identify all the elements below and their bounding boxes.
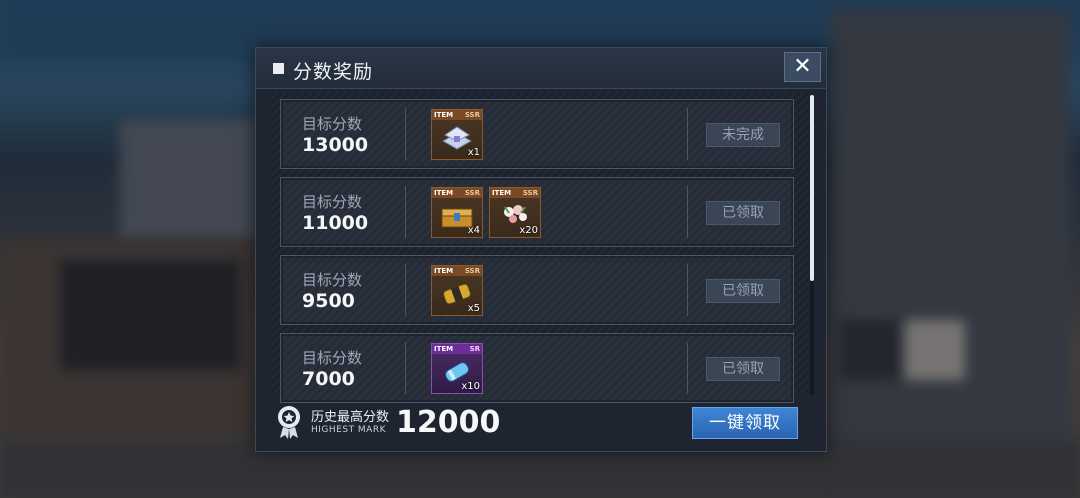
target-score-value: 13000 — [302, 134, 369, 156]
item-tag: ITEM — [434, 111, 454, 119]
target-score-value: 9500 — [302, 290, 355, 312]
reward-item[interactable]: ITEM SSR x20 — [489, 187, 541, 238]
reward-row: 目标分数 11000 ITEM SSR x4 ITEM SSR x20 已领取 — [280, 177, 794, 247]
item-quantity: x20 — [519, 225, 538, 236]
reward-item[interactable]: ITEM SR x10 — [431, 343, 483, 394]
highest-mark-value: 12000 — [396, 405, 501, 440]
reward-item[interactable]: ITEM SSR x5 — [431, 265, 483, 316]
highest-mark-label-en: HIGHEST MARK — [311, 425, 386, 435]
target-score-label: 目标分数 — [302, 349, 363, 367]
item-rarity: SSR — [464, 111, 480, 119]
scrollbar-thumb[interactable] — [810, 95, 814, 281]
dialog-footer: 历史最高分数 HIGHEST MARK 12000 一键领取 — [256, 395, 826, 451]
row-divider — [687, 264, 688, 316]
score-reward-dialog: 分数奖励 ✕ 目标分数 13000 ITEM SSR x1 未完成 目标分数 1… — [255, 47, 827, 452]
row-divider — [687, 108, 688, 160]
item-tag: ITEM — [492, 189, 512, 197]
target-score-label: 目标分数 — [302, 115, 363, 133]
dialog-title: 分数奖励 — [293, 61, 374, 83]
status-claimed-button[interactable]: 已领取 — [706, 279, 780, 303]
row-divider — [405, 342, 406, 394]
target-score-label: 目标分数 — [302, 193, 363, 211]
status-incomplete-button[interactable]: 未完成 — [706, 123, 780, 147]
reward-item[interactable]: ITEM SSR x4 — [431, 187, 483, 238]
item-rarity: SSR — [522, 189, 538, 197]
item-tag: ITEM — [434, 189, 454, 197]
reward-row: 目标分数 9500 ITEM SSR x5 已领取 — [280, 255, 794, 325]
item-quantity: x4 — [467, 225, 480, 236]
item-quantity: x1 — [467, 147, 480, 158]
reward-row: 目标分数 7000 ITEM SR x10 已领取 — [280, 333, 794, 403]
highest-mark-label-cn: 历史最高分数 — [311, 410, 390, 425]
item-tag: ITEM — [434, 267, 454, 275]
item-quantity: x5 — [467, 303, 480, 314]
reward-item[interactable]: ITEM SSR x1 — [431, 109, 483, 160]
row-divider — [405, 186, 406, 238]
row-divider — [405, 264, 406, 316]
dialog-header: 分数奖励 ✕ — [256, 48, 826, 89]
status-claimed-button[interactable]: 已领取 — [706, 201, 780, 225]
status-claimed-button[interactable]: 已领取 — [706, 357, 780, 381]
target-score-label: 目标分数 — [302, 271, 363, 289]
item-tag: ITEM — [434, 345, 454, 353]
row-divider — [405, 108, 406, 160]
item-quantity: x10 — [461, 381, 480, 392]
item-rarity: SSR — [464, 189, 480, 197]
target-score-value: 11000 — [302, 212, 369, 234]
target-score-value: 7000 — [302, 368, 355, 390]
reward-row: 目标分数 13000 ITEM SSR x1 未完成 — [280, 99, 794, 169]
item-rarity: SR — [469, 345, 480, 353]
row-divider — [687, 186, 688, 238]
claim-all-button[interactable]: 一键领取 — [692, 407, 798, 439]
item-rarity: SSR — [464, 267, 480, 275]
close-button[interactable]: ✕ — [784, 52, 821, 82]
row-divider — [687, 342, 688, 394]
medal-icon — [278, 406, 300, 439]
title-square-icon — [273, 63, 284, 74]
